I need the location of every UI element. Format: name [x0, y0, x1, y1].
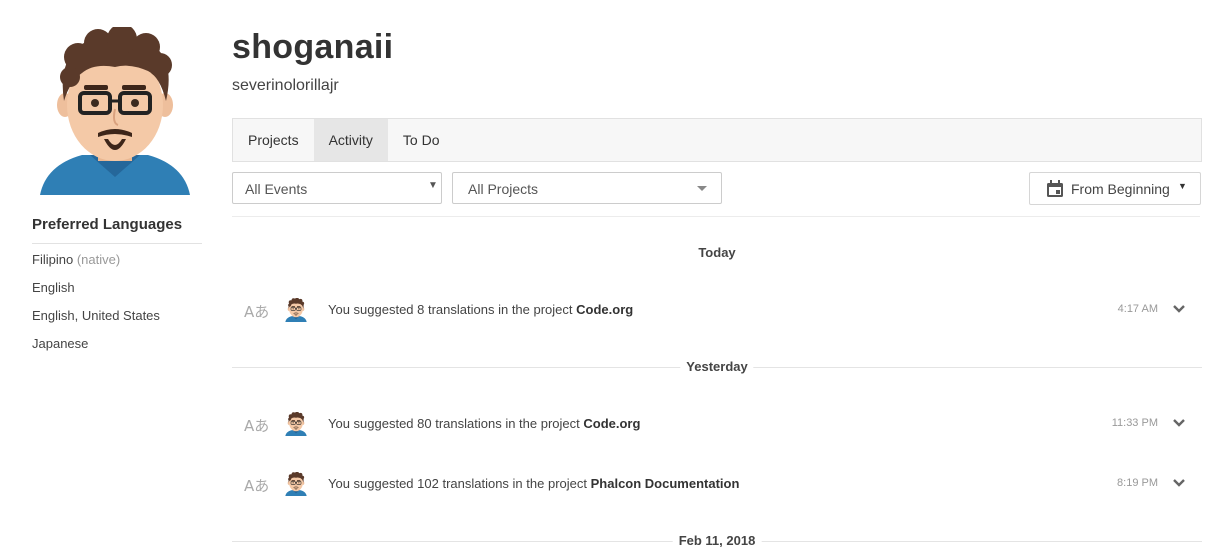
activity-row: Aあ You suggested 102 translations in the… — [232, 464, 1200, 504]
activity-time: 8:19 PM — [1117, 477, 1158, 489]
tab-activity[interactable]: Activity — [313, 119, 388, 161]
projects-filter-value: All Projects — [468, 181, 539, 197]
day-separator: Feb 11, 2018 — [232, 532, 1202, 552]
caret-down-icon: ▼ — [1178, 181, 1187, 191]
translate-icon: Aあ — [244, 417, 270, 435]
translate-icon: Aあ — [244, 477, 270, 495]
user-avatar — [284, 298, 308, 322]
tab-to-do[interactable]: To Do — [388, 119, 455, 161]
caret-down-icon — [697, 186, 707, 191]
activity-description: You suggested 8 translations in the proj… — [328, 302, 573, 317]
day-label: Today — [692, 245, 742, 260]
language-item: Filipino (native) — [32, 252, 120, 267]
chevron-down-icon[interactable] — [1172, 304, 1186, 314]
project-link[interactable]: Phalcon Documentation — [591, 476, 740, 491]
divider — [232, 216, 1200, 217]
project-link[interactable]: Code.org — [576, 302, 633, 317]
caret-down-icon: ▼ — [428, 180, 438, 191]
language-name: English — [32, 280, 75, 295]
divider — [32, 243, 202, 244]
events-filter-value: All Events — [245, 181, 308, 197]
projects-filter-select[interactable]: All Projects — [452, 172, 722, 204]
day-label: Yesterday — [680, 359, 754, 374]
day-separator: Yesterday — [232, 358, 1202, 378]
user-avatar — [284, 412, 308, 436]
activity-time: 11:33 PM — [1111, 417, 1158, 429]
language-native-note: (native) — [76, 252, 121, 267]
events-filter-select[interactable]: All Events ▼ — [232, 172, 442, 204]
activity-description: You suggested 80 translations in the pro… — [328, 416, 580, 431]
profile-tabs: Projects Activity To Do — [232, 118, 1202, 162]
language-item: Japanese — [32, 336, 88, 351]
language-name: Filipino — [32, 252, 74, 267]
user-avatar — [284, 472, 308, 496]
tab-projects[interactable]: Projects — [233, 119, 314, 161]
activity-text: You suggested 8 translations in the proj… — [328, 302, 633, 317]
language-name: English, United States — [32, 308, 160, 323]
day-label: Feb 11, 2018 — [672, 533, 762, 548]
date-range-button[interactable]: From Beginning ▼ — [1029, 172, 1201, 205]
profile-avatar — [32, 27, 198, 195]
language-item: English — [32, 280, 75, 295]
chevron-down-icon[interactable] — [1172, 478, 1186, 488]
activity-text: You suggested 80 translations in the pro… — [328, 416, 640, 431]
project-link[interactable]: Code.org — [583, 416, 640, 431]
activity-text: You suggested 102 translations in the pr… — [328, 476, 739, 491]
chevron-down-icon[interactable] — [1172, 418, 1186, 428]
activity-time: 4:17 AM — [1117, 303, 1158, 315]
activity-description: You suggested 102 translations in the pr… — [328, 476, 587, 491]
day-separator: Today — [232, 244, 1202, 264]
username: severinolorillajr — [232, 77, 339, 94]
language-name: Japanese — [32, 336, 89, 351]
activity-row: Aあ You suggested 8 translations in the p… — [232, 290, 1200, 330]
preferred-languages-title: Preferred Languages — [32, 216, 183, 233]
translate-icon: Aあ — [244, 303, 270, 321]
activity-row: Aあ You suggested 80 translations in the … — [232, 404, 1200, 444]
display-name: shoganaii — [232, 28, 394, 66]
language-item: English, United States — [32, 308, 160, 323]
date-range-label: From Beginning — [1071, 181, 1170, 197]
calendar-icon — [1047, 180, 1063, 197]
